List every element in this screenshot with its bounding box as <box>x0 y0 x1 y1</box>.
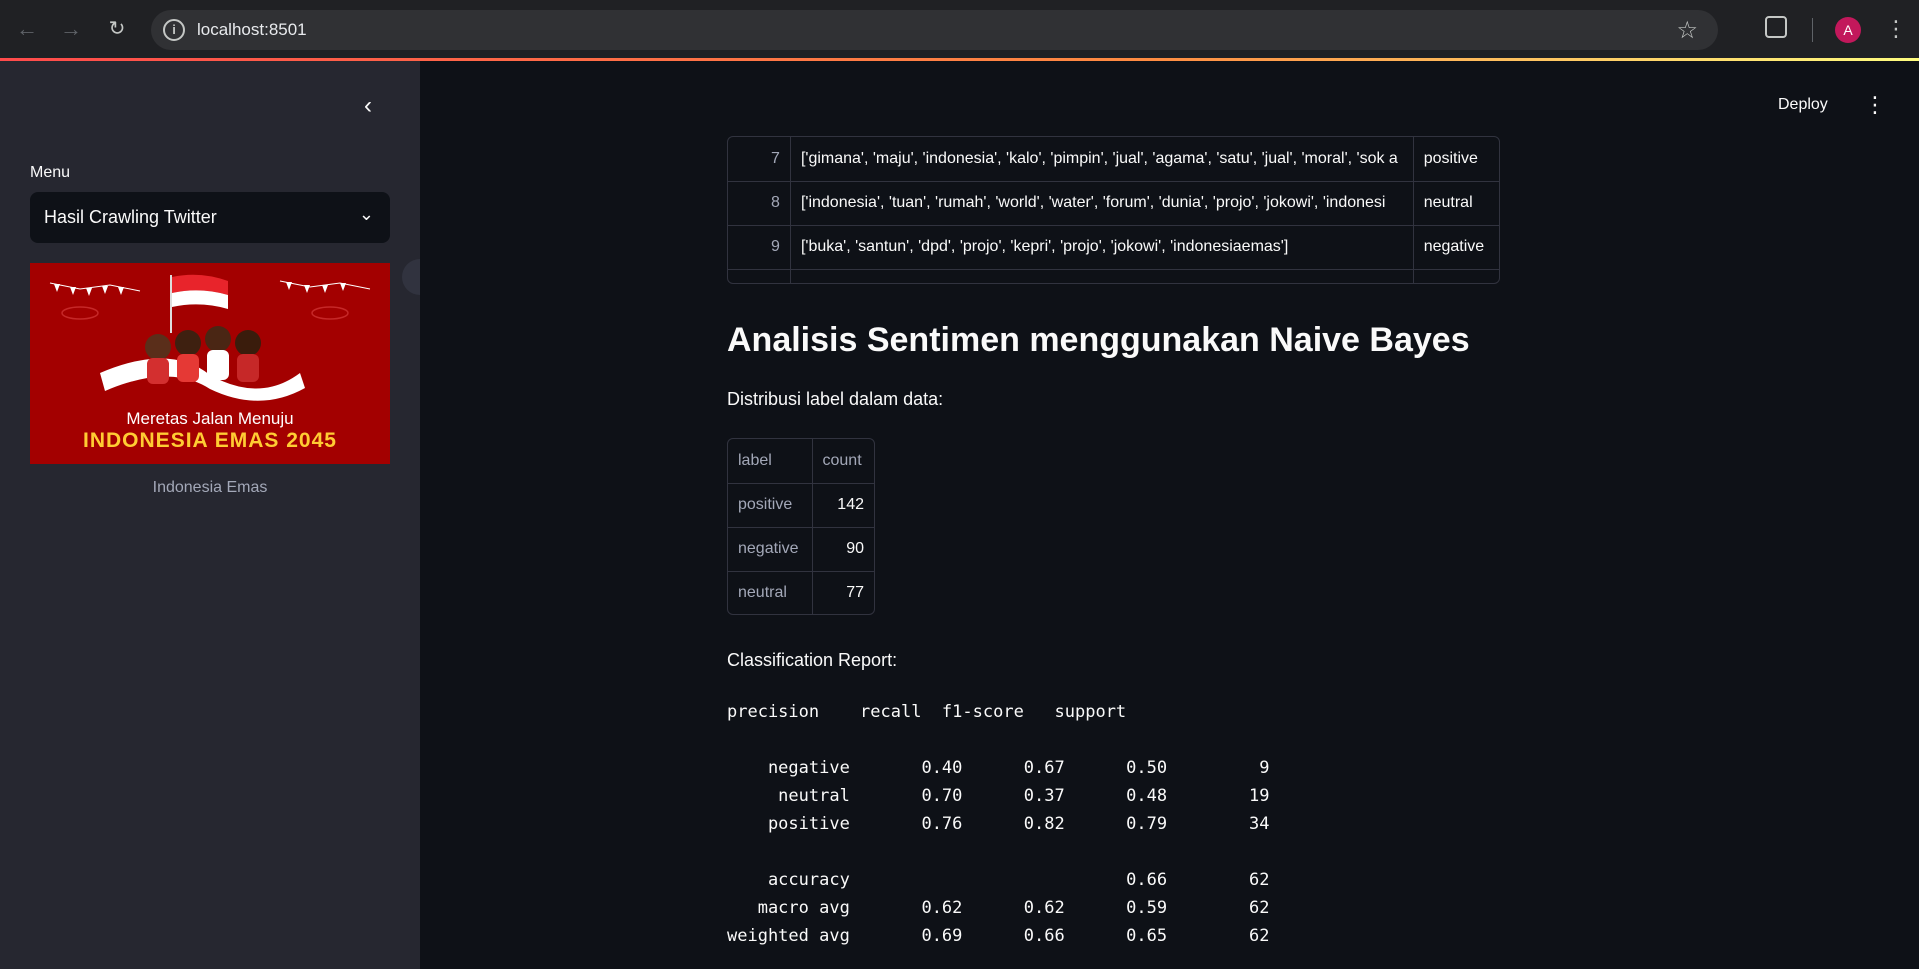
address-bar[interactable]: i localhost:8501 ☆ <box>151 10 1718 50</box>
indonesia-emas-banner: Meretas Jalan Menuju INDONESIA EMAS 2045 <box>30 263 390 464</box>
table-row-partial[interactable] <box>728 269 1499 283</box>
row-label: negative <box>728 527 813 572</box>
section-title: Analisis Sentimen menggunakan Naive Baye… <box>727 321 1470 359</box>
sidebar-resize-handle[interactable] <box>402 259 420 295</box>
row-label[interactable]: negative <box>1413 225 1499 270</box>
profile-avatar[interactable]: A <box>1835 17 1861 43</box>
row-index <box>728 269 791 283</box>
row-count: 77 <box>812 571 874 614</box>
menu-select-value[interactable]: Hasil Crawling Twitter <box>44 207 217 228</box>
menu-label: Menu <box>30 164 71 181</box>
table-row: positive 142 <box>728 483 874 528</box>
row-index: 7 <box>728 137 791 182</box>
row-count: 90 <box>812 527 874 572</box>
table-row[interactable]: 7 ['gimana', 'maju', 'indonesia', 'kalo'… <box>728 137 1499 182</box>
distribution-label: Distribusi label dalam data: <box>727 389 944 409</box>
row-label[interactable] <box>1413 269 1499 283</box>
banner-subtitle: Meretas Jalan Menuju <box>126 409 294 428</box>
tweets-table: 7 ['gimana', 'maju', 'indonesia', 'kalo'… <box>728 137 1499 283</box>
browser-toolbar: ← → ↻ i localhost:8501 ☆ A ⋮ <box>0 0 1919 60</box>
row-count: 142 <box>812 483 874 528</box>
row-tokens[interactable]: ['buka', 'santun', 'dpd', 'projo', 'kepr… <box>790 225 1414 270</box>
label-distribution-table[interactable]: label count positive 142 negative 90 neu… <box>727 438 875 615</box>
toolbar-divider <box>1812 18 1813 42</box>
report-label: Classification Report: <box>727 650 898 670</box>
site-info-icon[interactable]: i <box>163 19 185 41</box>
table-row[interactable]: 9 ['buka', 'santun', 'dpd', 'projo', 'ke… <box>728 225 1499 270</box>
row-tokens[interactable] <box>790 269 1414 283</box>
star-icon[interactable]: ☆ <box>1676 16 1698 45</box>
banner-title: INDONESIA EMAS 2045 <box>83 429 337 452</box>
header-label[interactable]: label <box>728 439 813 484</box>
banner-caption: Indonesia Emas <box>152 479 268 496</box>
row-label: positive <box>728 483 813 528</box>
distribution-table: label count positive 142 negative 90 neu… <box>728 439 874 614</box>
row-index: 8 <box>728 181 791 226</box>
reload-icon[interactable]: ↻ <box>102 14 132 44</box>
forward-arrow-icon[interactable]: → <box>56 14 86 44</box>
menu-select[interactable]: Hasil Crawling Twitter ⌄ <box>30 192 390 243</box>
row-tokens[interactable]: ['gimana', 'maju', 'indonesia', 'kalo', … <box>790 137 1414 182</box>
tweets-dataframe[interactable]: 7 ['gimana', 'maju', 'indonesia', 'kalo'… <box>727 136 1500 284</box>
row-tokens[interactable]: ['indonesia', 'tuan', 'rumah', 'world', … <box>790 181 1414 226</box>
sidebar: ‹ Menu Hasil Crawling Twitter ⌄ Meretas … <box>0 61 420 969</box>
header-count[interactable]: count <box>812 439 874 484</box>
table-row[interactable]: 8 ['indonesia', 'tuan', 'rumah', 'world'… <box>728 181 1499 226</box>
chevron-down-icon[interactable]: ⌄ <box>359 204 374 225</box>
extensions-icon[interactable] <box>1765 16 1787 38</box>
back-arrow-icon[interactable]: ← <box>12 14 42 44</box>
table-header-row: label count <box>728 439 874 484</box>
table-row: neutral 77 <box>728 571 874 614</box>
collapse-sidebar-icon[interactable]: ‹ <box>353 91 383 121</box>
deploy-button[interactable]: Deploy <box>1770 90 1836 120</box>
row-index: 9 <box>728 225 791 270</box>
classification-report: precision recall f1-score support negati… <box>727 702 1270 946</box>
main-menu-icon[interactable]: ⋮ <box>1864 90 1886 120</box>
table-row: negative 90 <box>728 527 874 572</box>
row-label[interactable]: positive <box>1413 137 1499 182</box>
row-label[interactable]: neutral <box>1413 181 1499 226</box>
row-label: neutral <box>728 571 813 614</box>
browser-menu-icon[interactable]: ⋮ <box>1885 14 1907 44</box>
url-text[interactable]: localhost:8501 <box>197 20 307 40</box>
